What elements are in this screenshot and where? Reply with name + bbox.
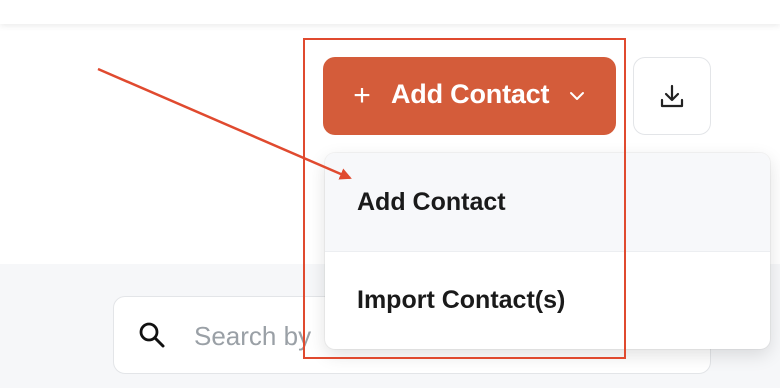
add-contact-dropdown-menu: Add Contact Import Contact(s): [325, 153, 770, 349]
add-contact-button[interactable]: + Add Contact: [323, 57, 616, 135]
search-icon: [139, 322, 165, 348]
add-contact-button-label: Add Contact: [391, 79, 550, 109]
download-button[interactable]: [633, 57, 711, 135]
top-bar: [0, 0, 780, 24]
chevron-down-icon[interactable]: [568, 87, 586, 105]
menu-item-import-contacts[interactable]: Import Contact(s): [325, 251, 770, 349]
download-icon: [660, 84, 684, 108]
menu-item-add-contact[interactable]: Add Contact: [325, 153, 770, 251]
plus-icon: +: [353, 79, 371, 112]
